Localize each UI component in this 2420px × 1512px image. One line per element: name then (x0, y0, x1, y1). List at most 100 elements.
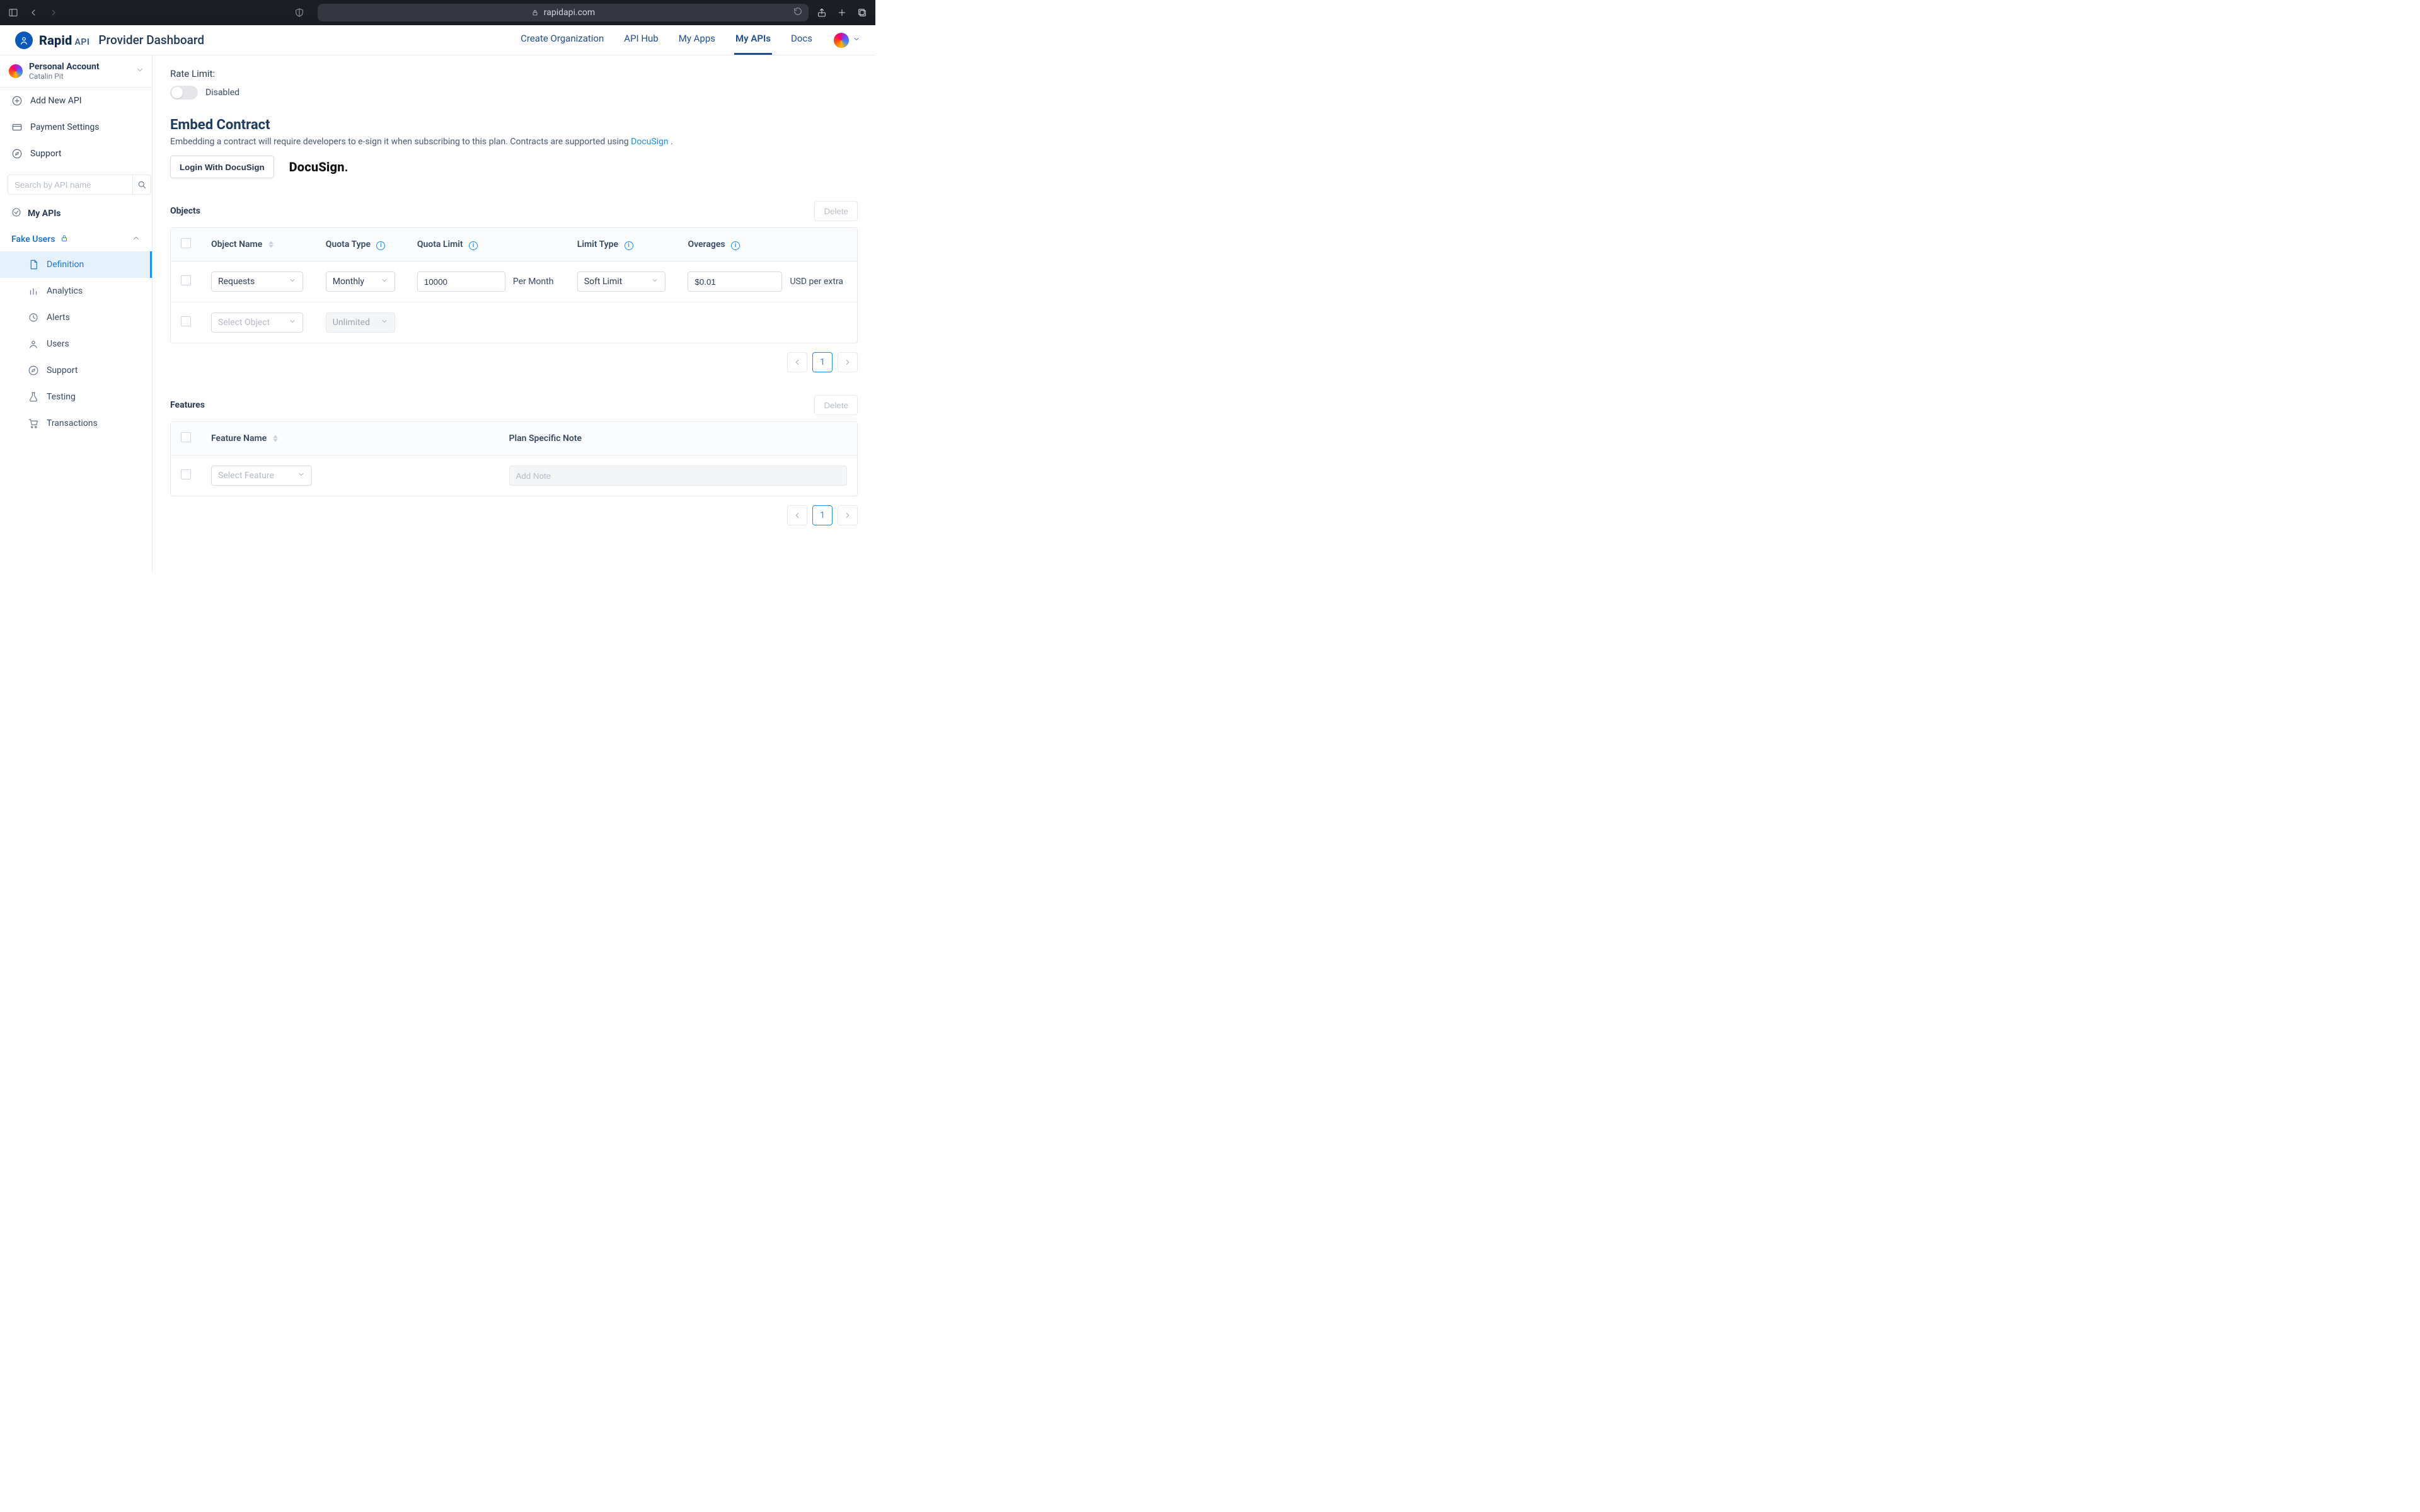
toggle-state: Disabled (205, 88, 239, 98)
nav-create-organization[interactable]: Create Organization (519, 25, 605, 55)
pager-page[interactable]: 1 (812, 505, 833, 525)
sidebar-item-label: Users (47, 339, 69, 349)
credit-card-icon (11, 122, 23, 133)
chevron-down-icon (135, 66, 144, 77)
compass-icon (11, 148, 23, 159)
features-table: Feature Name Plan Specific Note (170, 421, 858, 496)
nav-my-apis[interactable]: My APIs (734, 25, 772, 55)
privacy-shield-icon[interactable] (294, 7, 305, 18)
embed-desc-post: . (671, 137, 673, 147)
select-value: Unlimited (333, 318, 370, 328)
sort-icon[interactable] (268, 241, 274, 248)
sidebar-support-top[interactable]: Support (0, 140, 152, 167)
col-plan-note: Plan Specific Note (499, 422, 858, 455)
lock-icon (60, 234, 69, 245)
sidebar-item-label: Fake Users (11, 234, 55, 244)
sidebar-item-label: Testing (47, 392, 76, 402)
reload-button[interactable] (793, 7, 802, 18)
sidebar-item-label: Definition (47, 260, 84, 270)
plan-note-input[interactable] (509, 466, 848, 486)
sidebar: Personal Account Catalin Pit Add New API… (0, 55, 153, 572)
overage-input[interactable] (688, 272, 782, 292)
sidebar-item-label: Support (47, 365, 78, 375)
col-quota-limit: Quota Limit (417, 239, 463, 249)
subnav-alerts[interactable]: Alerts (0, 304, 152, 331)
search-input[interactable] (8, 175, 132, 195)
object-name-select[interactable]: Requests (211, 272, 303, 292)
docusign-link[interactable]: DocuSign (631, 137, 669, 147)
search-button[interactable] (132, 175, 151, 195)
pager-prev[interactable] (787, 352, 807, 372)
feature-name-select[interactable]: Select Feature (211, 466, 312, 486)
sidebar-api-group[interactable]: Fake Users (0, 227, 152, 251)
subnav-analytics[interactable]: Analytics (0, 278, 152, 304)
subnav-support[interactable]: Support (0, 357, 152, 384)
quota-limit-input[interactable] (417, 272, 505, 292)
select-placeholder: Select Object (218, 318, 270, 328)
sort-icon[interactable] (273, 435, 278, 442)
objects-pager: 1 (170, 352, 858, 372)
pager-page[interactable]: 1 (812, 352, 833, 372)
subnav-transactions[interactable]: Transactions (0, 410, 152, 437)
col-overages: Overages (688, 239, 725, 249)
limit-type-select[interactable]: Soft Limit (577, 272, 666, 292)
tabs-button[interactable] (855, 6, 869, 20)
sidebar-item-label: Alerts (47, 312, 70, 323)
subnav-definition[interactable]: Definition (0, 251, 152, 278)
sidebar-add-new-api[interactable]: Add New API (0, 88, 152, 114)
pager-next[interactable] (838, 505, 858, 525)
user-menu[interactable] (834, 33, 860, 48)
cart-icon (28, 418, 39, 429)
embed-contract-desc: Embedding a contract will require develo… (170, 137, 858, 147)
sidebar-toggle-icon[interactable] (6, 6, 20, 20)
main-content: Rate Limit: Disabled Embed Contract Embe… (153, 55, 875, 572)
rate-limit-toggle[interactable]: Disabled (170, 86, 858, 100)
address-bar[interactable]: rapidapi.com (318, 4, 809, 21)
embed-contract-title: Embed Contract (170, 117, 858, 133)
info-icon[interactable]: i (376, 241, 385, 250)
sidebar-section-my-apis: My APIs (0, 200, 152, 227)
features-delete-button[interactable]: Delete (814, 395, 858, 415)
brand[interactable]: Rapid API (15, 32, 89, 49)
safari-top-bar: rapidapi.com (0, 0, 875, 25)
nav-my-apps[interactable]: My Apps (677, 25, 717, 55)
table-row: Select Feature (171, 455, 857, 496)
checkbox[interactable] (181, 275, 191, 285)
info-icon[interactable]: i (731, 241, 740, 250)
objects-delete-button[interactable]: Delete (814, 201, 858, 221)
nav-api-hub[interactable]: API Hub (623, 25, 659, 55)
quota-type-select-disabled: Unlimited (326, 312, 395, 333)
checkbox[interactable] (181, 316, 191, 326)
features-title: Features (170, 400, 205, 410)
object-name-select[interactable]: Select Object (211, 312, 303, 333)
info-icon[interactable]: i (469, 241, 478, 250)
checkbox-all[interactable] (181, 238, 191, 248)
account-switcher[interactable]: Personal Account Catalin Pit (0, 55, 152, 88)
objects-title: Objects (170, 206, 200, 216)
table-row: Requests Monthly (171, 261, 857, 302)
login-docusign-button[interactable]: Login With DocuSign (170, 156, 274, 178)
top-nav: Create Organization API Hub My Apps My A… (519, 25, 814, 55)
checkbox-all[interactable] (181, 432, 191, 442)
share-button[interactable] (815, 6, 829, 20)
info-icon[interactable]: i (625, 241, 633, 250)
toggle-knob (171, 87, 183, 98)
subnav-users[interactable]: Users (0, 331, 152, 357)
address-domain: rapidapi.com (544, 8, 595, 18)
chevron-down-icon (381, 318, 388, 328)
toggle-track (170, 86, 198, 100)
table-row: Select Object Unlimited (171, 302, 857, 343)
checkbox[interactable] (181, 469, 191, 479)
back-button[interactable] (26, 6, 40, 20)
subnav-testing[interactable]: Testing (0, 384, 152, 410)
sidebar-payment-settings[interactable]: Payment Settings (0, 114, 152, 140)
pager-prev[interactable] (787, 505, 807, 525)
docusign-logo: DocuSign. (289, 159, 349, 175)
quota-type-select[interactable]: Monthly (326, 272, 395, 292)
pager-next[interactable] (838, 352, 858, 372)
docusign-word: DocuSign (289, 159, 345, 175)
new-tab-button[interactable] (835, 6, 849, 20)
nav-docs[interactable]: Docs (790, 25, 814, 55)
sidebar-item-label: My APIs (28, 209, 61, 219)
chevron-down-icon (289, 318, 296, 328)
